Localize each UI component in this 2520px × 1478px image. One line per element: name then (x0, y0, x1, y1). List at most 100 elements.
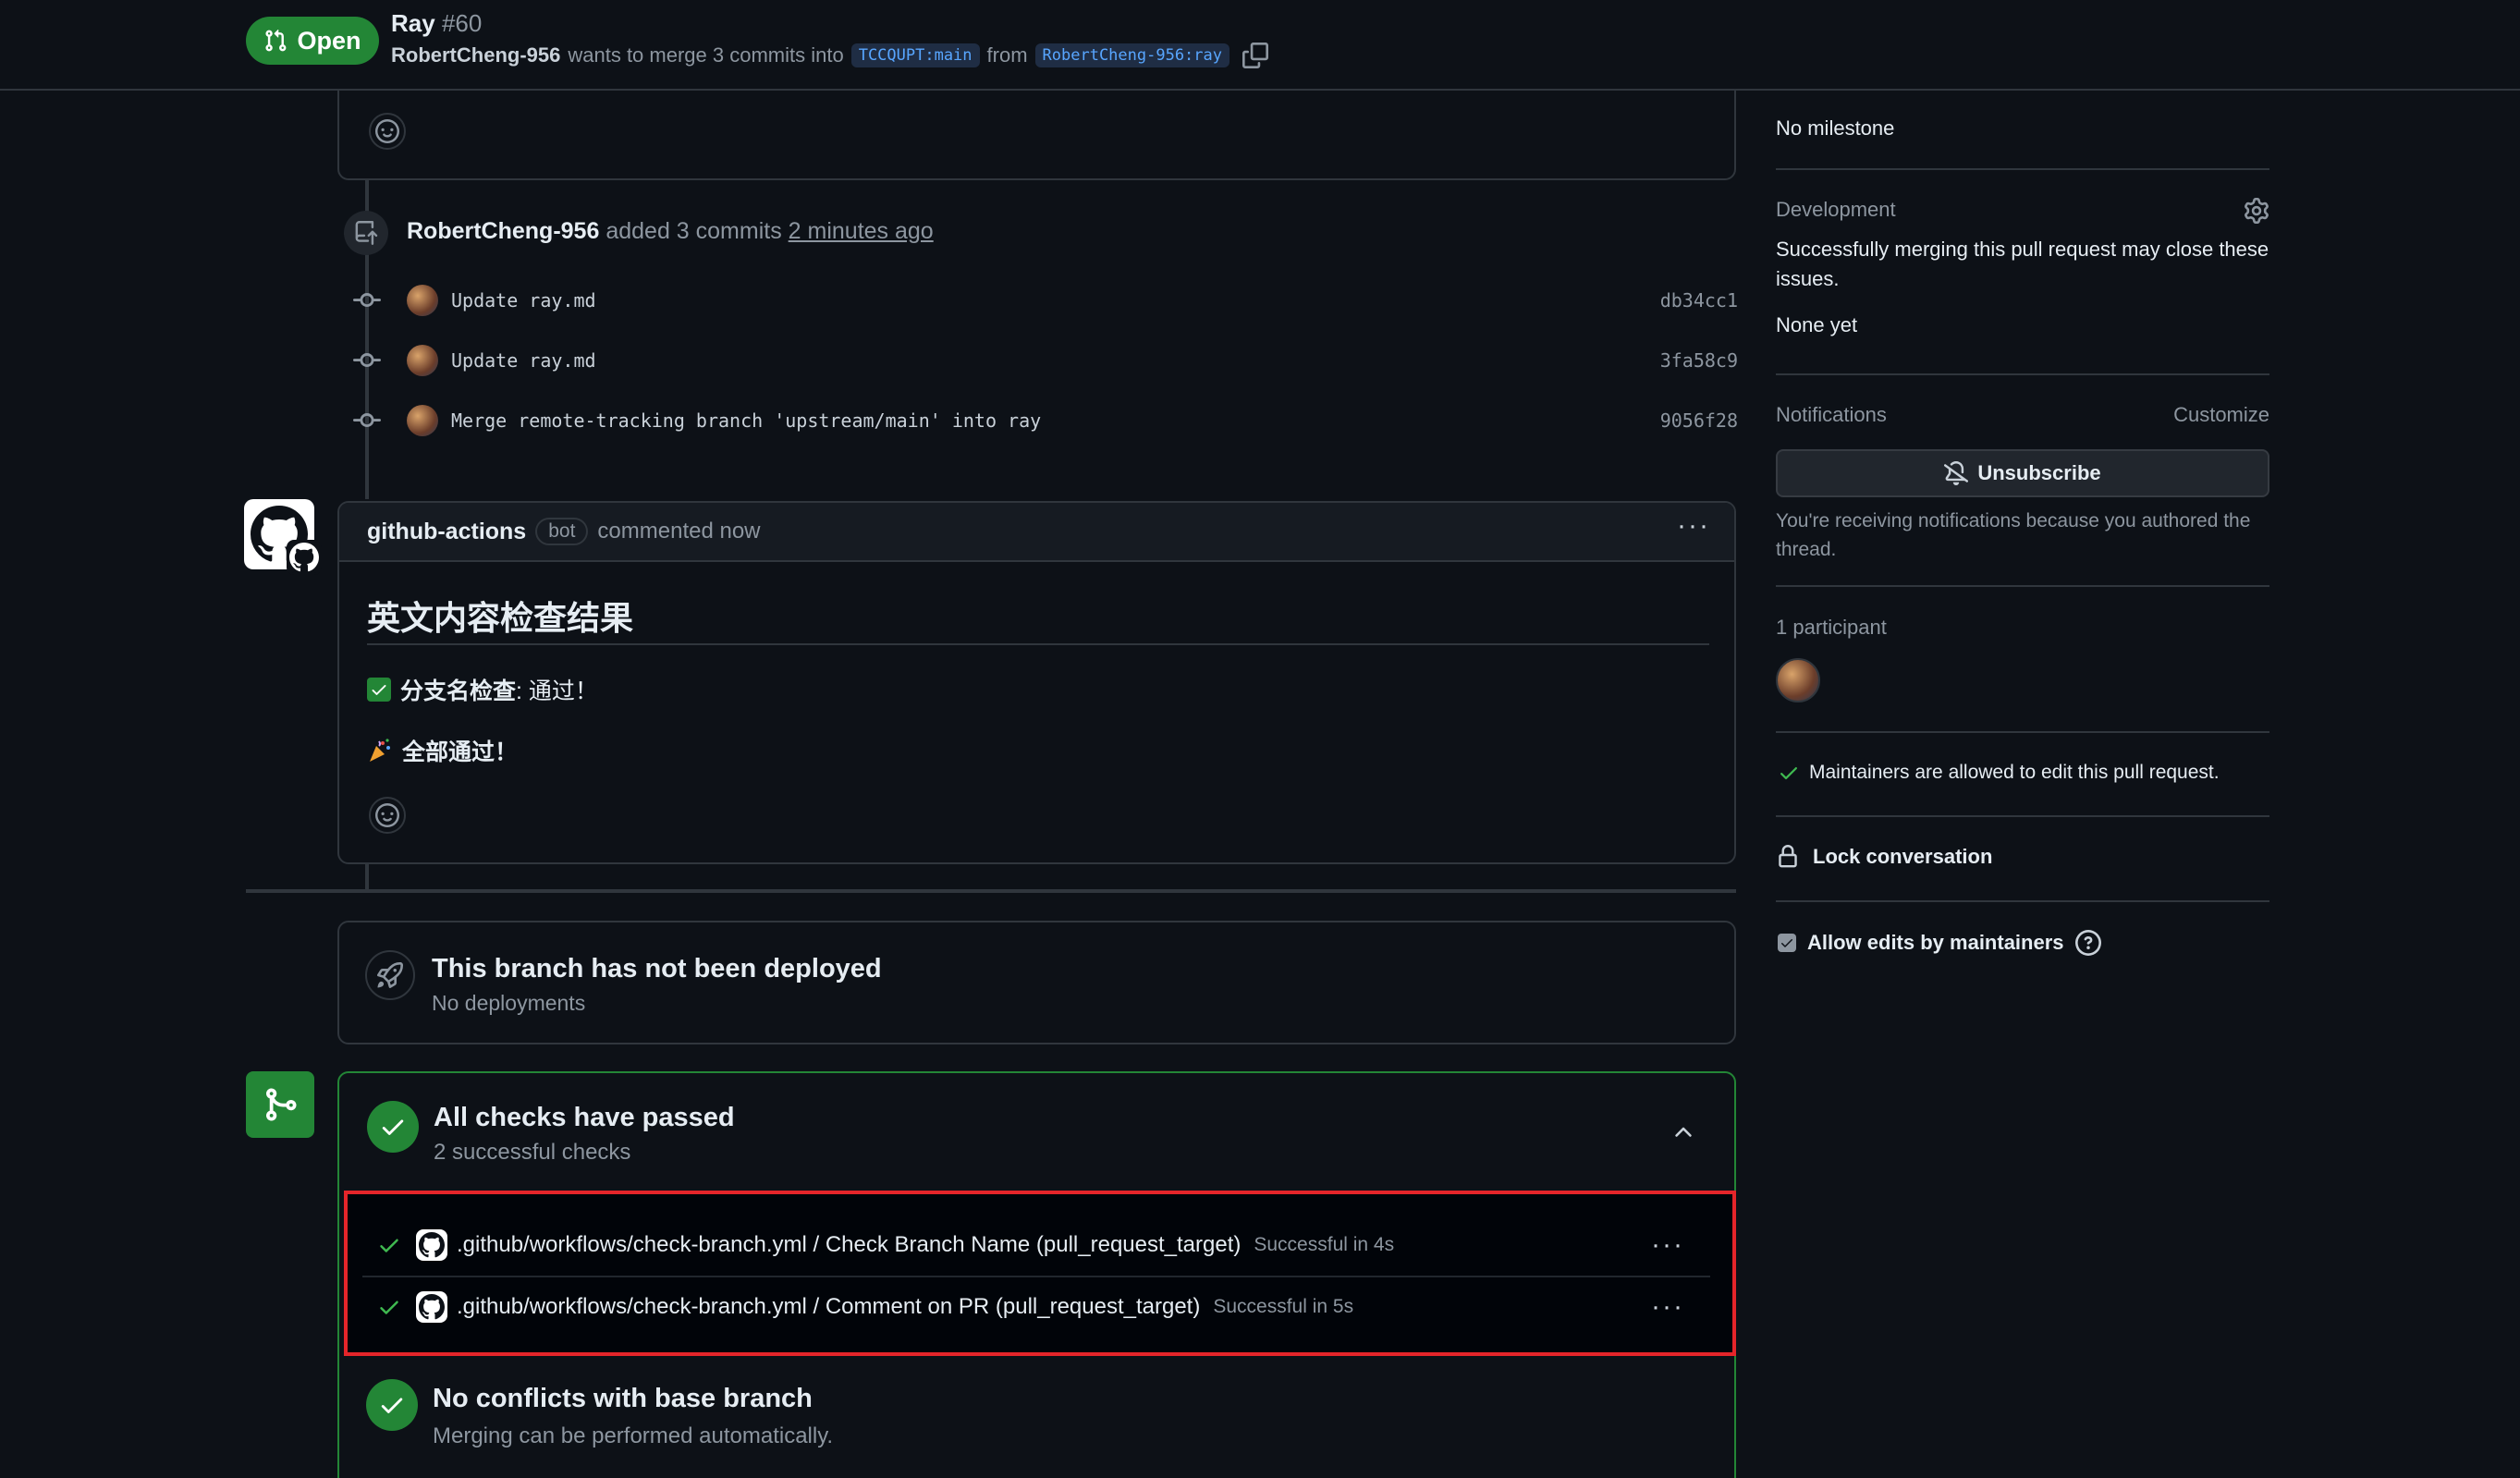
pr-title-text: Ray (391, 9, 435, 37)
checks-subtitle: 2 successful checks (434, 1140, 631, 1165)
add-reaction-button[interactable] (369, 113, 406, 150)
github-mark-icon (419, 1232, 445, 1258)
sidebar-divider (1776, 373, 2269, 375)
github-actions-logo (416, 1291, 447, 1323)
commit-row[interactable]: Update ray.md db34cc1 (351, 282, 1738, 319)
commit-sha[interactable]: db34cc1 (1660, 289, 1738, 311)
commit-row[interactable]: Update ray.md 3fa58c9 (351, 342, 1738, 379)
checks-header[interactable]: All checks have passed 2 successful chec… (367, 1099, 1707, 1191)
notifications-reason: You're receiving notifications because y… (1776, 510, 2251, 560)
repo-push-icon (355, 221, 378, 245)
sidebar-divider (1776, 815, 2269, 817)
bell-slash-icon (1944, 461, 1969, 485)
commits-event-time[interactable]: 2 minutes ago (789, 218, 934, 244)
github-mark-icon (289, 543, 319, 572)
deploy-icon-circle (365, 950, 415, 1000)
git-merge-icon (266, 1088, 297, 1121)
check-row[interactable]: .github/workflows/check-branch.yml / Com… (362, 1279, 1694, 1335)
comment-options-button[interactable]: ··· (1677, 510, 1710, 542)
bot-comment-box: github-actions bot commented now ··· 英文内… (337, 501, 1736, 864)
check-row[interactable]: .github/workflows/check-branch.yml / Che… (362, 1217, 1694, 1273)
allow-edits-label[interactable]: Allow edits by maintainers (1807, 931, 2064, 955)
github-mark-icon (419, 1294, 445, 1320)
maintainers-edit-text: Maintainers are allowed to edit this pul… (1809, 762, 2220, 783)
chevron-up-icon[interactable] (1670, 1119, 1696, 1145)
unsubscribe-button[interactable]: Unsubscribe (1776, 449, 2269, 497)
commit-message[interactable]: Update ray.md (451, 289, 596, 311)
development-text: Successfully merging this pull request m… (1776, 238, 2269, 290)
development-label: Development (1776, 198, 1896, 221)
base-branch-tag[interactable]: TCCQUPT:main (850, 43, 980, 67)
page-title: Ray #60 (391, 9, 482, 38)
smiley-icon (375, 119, 399, 143)
pr-author-link[interactable]: RobertCheng-956 (391, 43, 560, 67)
avatar[interactable] (407, 345, 438, 376)
sidebar-development: Development Successfully merging this pu… (1776, 198, 2269, 340)
smiley-icon (375, 803, 399, 827)
from-text: from (986, 43, 1028, 67)
pr-state-label: Open (297, 26, 361, 55)
allow-edits-row: Allow edits by maintainers (1778, 930, 2101, 956)
add-reaction-button[interactable] (369, 797, 406, 834)
check-options-button[interactable]: ··· (1651, 1291, 1684, 1323)
unsubscribe-label: Unsubscribe (1977, 461, 2101, 484)
maintainers-edit-note: Maintainers are allowed to edit this pul… (1778, 762, 2220, 784)
sidebar-notifications: Notifications Customize Unsubscribe You'… (1776, 403, 2269, 564)
participant-avatar[interactable] (1776, 658, 1820, 702)
commit-sha[interactable]: 9056f28 (1660, 409, 1738, 432)
avatar[interactable] (407, 405, 438, 436)
git-pull-request-icon (265, 29, 287, 52)
lock-conversation-button[interactable]: Lock conversation (1776, 845, 1992, 869)
commit-row[interactable]: Merge remote-tracking branch 'upstream/m… (351, 402, 1738, 439)
check-row-divider (362, 1276, 1710, 1277)
commit-message[interactable]: Update ray.md (451, 349, 596, 372)
commit-message[interactable]: Merge remote-tracking branch 'upstream/m… (451, 409, 1041, 432)
avatar[interactable] (407, 285, 438, 316)
commit-sha[interactable]: 3fa58c9 (1660, 349, 1738, 372)
all-passed-text: 全部通过！ (402, 739, 519, 765)
commits-event-author[interactable]: RobertCheng-956 (407, 218, 599, 244)
check-box-emoji (367, 678, 391, 702)
customize-link[interactable]: Customize (2173, 403, 2269, 427)
gear-icon[interactable] (2244, 198, 2269, 224)
sidebar-divider (1776, 900, 2269, 902)
pr-number: #60 (441, 9, 483, 37)
conflicts-subtitle: Merging can be performed automatically. (433, 1423, 834, 1448)
comment-time[interactable]: commented now (597, 519, 760, 544)
conflicts-status-circle (366, 1379, 418, 1431)
commits-event-text: RobertCheng-956 added 3 commits 2 minute… (407, 218, 934, 245)
participants-label: 1 participant (1776, 616, 1887, 639)
pr-subtitle: RobertCheng-956 wants to merge 3 commits… (391, 43, 1268, 68)
timeline-divider (246, 889, 1736, 893)
party-popper-icon (370, 739, 390, 762)
commits-event-action: added 3 commits (606, 218, 782, 244)
lock-conversation-label: Lock conversation (1813, 845, 1993, 868)
copy-icon (1242, 43, 1268, 68)
copy-branch-button[interactable] (1242, 43, 1268, 68)
development-none: None yet (1776, 313, 1858, 336)
sidebar-participants: 1 participant (1776, 616, 2269, 702)
check-options-button[interactable]: ··· (1651, 1229, 1684, 1261)
pr-state-badge: Open (246, 17, 379, 65)
sidebar-divider (1776, 168, 2269, 170)
comment-line-1: 分支名检查: 通过！ (367, 673, 598, 706)
head-branch-tag[interactable]: RobertCheng-956:ray (1034, 43, 1229, 67)
check-name[interactable]: .github/workflows/check-branch.yml / Che… (457, 1232, 1241, 1258)
git-commit-icon (353, 353, 381, 368)
deployment-box: This branch has not been deployed No dep… (337, 921, 1736, 1044)
comment-header: github-actions bot commented now ··· (339, 503, 1734, 562)
bot-badge: bot (535, 518, 589, 545)
sidebar-milestone-value[interactable]: No milestone (1776, 116, 1894, 140)
check-icon (380, 1239, 398, 1252)
allow-edits-checkbox[interactable] (1778, 934, 1796, 952)
check-name[interactable]: .github/workflows/check-branch.yml / Com… (457, 1294, 1200, 1320)
merge-icon-badge (246, 1071, 314, 1138)
check-icon (1780, 767, 1797, 780)
checks-status-circle (367, 1101, 419, 1153)
sticky-pr-header: Open Ray #60 RobertCheng-956 wants to me… (0, 0, 2520, 91)
lock-icon (1779, 845, 1797, 868)
checks-title: All checks have passed (434, 1103, 735, 1132)
comment-author[interactable]: github-actions (367, 519, 526, 545)
question-icon[interactable] (2074, 930, 2101, 956)
git-commit-icon (353, 413, 381, 428)
